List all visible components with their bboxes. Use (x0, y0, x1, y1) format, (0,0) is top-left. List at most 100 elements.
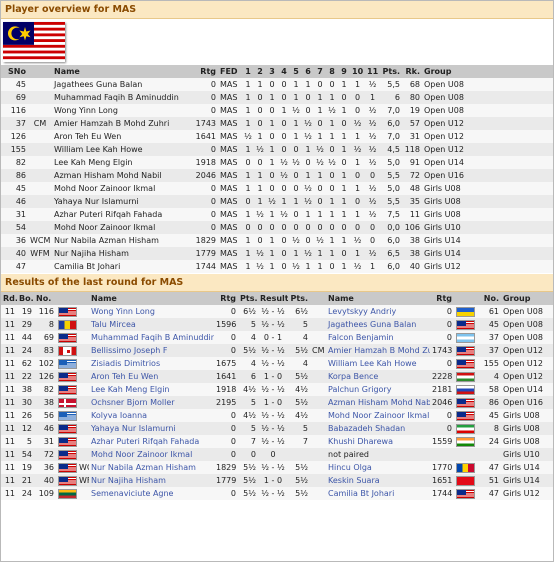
cell-title (310, 461, 326, 474)
opponent-name-link[interactable]: Falcon Benjamin (326, 331, 430, 344)
cell-round-5: 0 (290, 143, 302, 156)
cell-round-6: 0 (302, 91, 314, 104)
player-name-link[interactable]: Talu Mircea (89, 318, 214, 331)
cell-round-2: 1 (254, 169, 266, 182)
opponent-name-link[interactable]: Palchun Grigory (326, 383, 430, 396)
cell-result: ½ - ½ (258, 344, 288, 357)
cell-round-8: 0 (326, 260, 338, 273)
cell-points: 5,0 (380, 156, 402, 169)
cell-result: 1 - 0 (258, 474, 288, 487)
opponent-name-link[interactable]: Hincu Olga (326, 461, 430, 474)
cell-round-4: 0 (278, 247, 290, 260)
table-row: 11 19 116 Wong Yinn Long 0 6½ ½ - ½ 6½ Levytskyy… (1, 305, 553, 318)
cell-title (310, 383, 326, 396)
cell-title (28, 182, 52, 195)
opponent-name-link[interactable]: Korpa Bence (326, 370, 430, 383)
cell-rank: 57 (402, 117, 422, 130)
opponent-name-link[interactable]: Mohd Noor Zainoor Ikmal (326, 409, 430, 422)
opponent-name-link[interactable]: Khushi Dharewa (326, 435, 430, 448)
cell-round-2: 0 (254, 156, 266, 169)
cell-black-flag (454, 396, 479, 409)
cell-white-flag (56, 318, 89, 331)
cell-points: 5½ (288, 474, 310, 487)
cell-title (28, 208, 52, 221)
cell-points: 4 (288, 331, 310, 344)
player-name-link[interactable]: Yahaya Nur Islamurni (89, 422, 214, 435)
can-flag-icon (58, 345, 77, 356)
cell-federation: MAS (218, 156, 242, 169)
cell-rank: 91 (402, 156, 422, 169)
cell-round-7: 0 (314, 117, 326, 130)
col-header-board: Bo. (17, 292, 34, 305)
cell-title (310, 318, 326, 331)
cell-points: 4½ (288, 409, 310, 422)
opponent-name-link[interactable]: Amier Hamzah B Mohd Zuhri (326, 344, 430, 357)
table-row: 46 Yahaya Nur Islamurni 0 MAS 0 1 ½ 1 1 ½ 0 1 1 0 ½ 5,5… (1, 195, 553, 208)
cell-round-2: ½ (254, 260, 266, 273)
cell-number: 82 (34, 383, 56, 396)
cell-round-5: 0 (290, 182, 302, 195)
col-header-rating: Rtg (214, 292, 238, 305)
cell-black-flag (454, 461, 479, 474)
table-row: 40 WFM Nur Najiha Hisham 1779 MAS 1 ½ 1 0 1 ½ 1 1 0 1 ½… (1, 247, 553, 260)
cell-federation: MAS (218, 104, 242, 117)
opponent-name-link[interactable]: William Lee Kah Howe (326, 357, 430, 370)
table-row: 11 44 69 Muhammad Faqih B Aminuddin 0 4 0 - 14… (1, 331, 553, 344)
player-name-link[interactable]: Mohd Noor Zainoor Ikmal (89, 448, 214, 461)
mas-flag-icon (456, 488, 475, 499)
cell-points: 6 (238, 370, 258, 383)
player-name-link[interactable]: Muhammad Faqih B Aminuddin (89, 331, 214, 344)
cell-round-4: 0 (278, 260, 290, 273)
cell-sno: 45 (1, 78, 28, 91)
cell-group: Open U16 (501, 396, 553, 409)
cell-title (28, 169, 52, 182)
cell-group: Girls U10 (422, 221, 553, 234)
cell-round-10: ½ (350, 117, 365, 130)
opponent-name-link[interactable]: Camilia Bt Johari (326, 487, 430, 500)
cell-round-11: ½ (365, 182, 380, 195)
player-name-link[interactable]: Lee Kah Meng Elgin (89, 383, 214, 396)
player-name-link[interactable]: Bellissimo Joseph F (89, 344, 214, 357)
cell-board: 24 (17, 344, 34, 357)
cell-number: 47 (479, 461, 501, 474)
player-name-link[interactable]: Ochsner Bjorn Moller (89, 396, 214, 409)
cell-title (310, 396, 326, 409)
cell-number: 109 (34, 487, 56, 500)
player-name-link[interactable]: Kolyva Ioanna (89, 409, 214, 422)
cell-round-4: 0 (278, 91, 290, 104)
opponent-name-link[interactable]: Keskin Suara (326, 474, 430, 487)
player-name-link[interactable]: Semenaviciute Agne (89, 487, 214, 500)
cell-rank: 40 (402, 260, 422, 273)
player-name-link[interactable]: Nur Nabila Azman Hisham (89, 461, 214, 474)
cell-round-7: ½ (314, 156, 326, 169)
cell-round-6: ½ (302, 182, 314, 195)
cell-rating: 0 (214, 448, 238, 461)
cell-federation: MAS (218, 169, 242, 182)
opponent-name-link[interactable]: Levytskyy Andriy (326, 305, 430, 318)
opponent-name-link[interactable]: Babazadeh Shadan (326, 422, 430, 435)
opponent-name-link[interactable]: Azman Hisham Mohd Nabil (326, 396, 430, 409)
cell-white-flag (56, 357, 89, 370)
cell-round-2: ½ (254, 143, 266, 156)
cell-round-4: ½ (278, 208, 290, 221)
player-name-link[interactable]: Azhar Puteri Rifqah Fahada (89, 435, 214, 448)
player-name-link[interactable]: Nur Najiha Hisham (89, 474, 214, 487)
cell-round-2: 0 (254, 234, 266, 247)
player-name-link[interactable]: Aron Teh Eu Wen (89, 370, 214, 383)
cell-round-11: 0 (365, 234, 380, 247)
cell-title (310, 357, 326, 370)
cell-result: ½ - ½ (258, 422, 288, 435)
cell-round-8: 1 (326, 247, 338, 260)
cell-group: Girls U08 (501, 409, 553, 422)
cell-round-8: 1 (326, 208, 338, 221)
player-name-link[interactable]: Wong Yinn Long (89, 305, 214, 318)
opponent-name-link[interactable]: Jagathees Guna Balan (326, 318, 430, 331)
player-name-link[interactable]: Zisiadis Dimitrios (89, 357, 214, 370)
cell-round: 11 (1, 474, 17, 487)
cell-black-flag (454, 422, 479, 435)
cell-rating: 0 (214, 487, 238, 500)
cell-round-7: 0 (314, 182, 326, 195)
col-header-title (310, 292, 326, 305)
mas-flag-icon (58, 423, 77, 434)
cell-round-4: ½ (278, 156, 290, 169)
